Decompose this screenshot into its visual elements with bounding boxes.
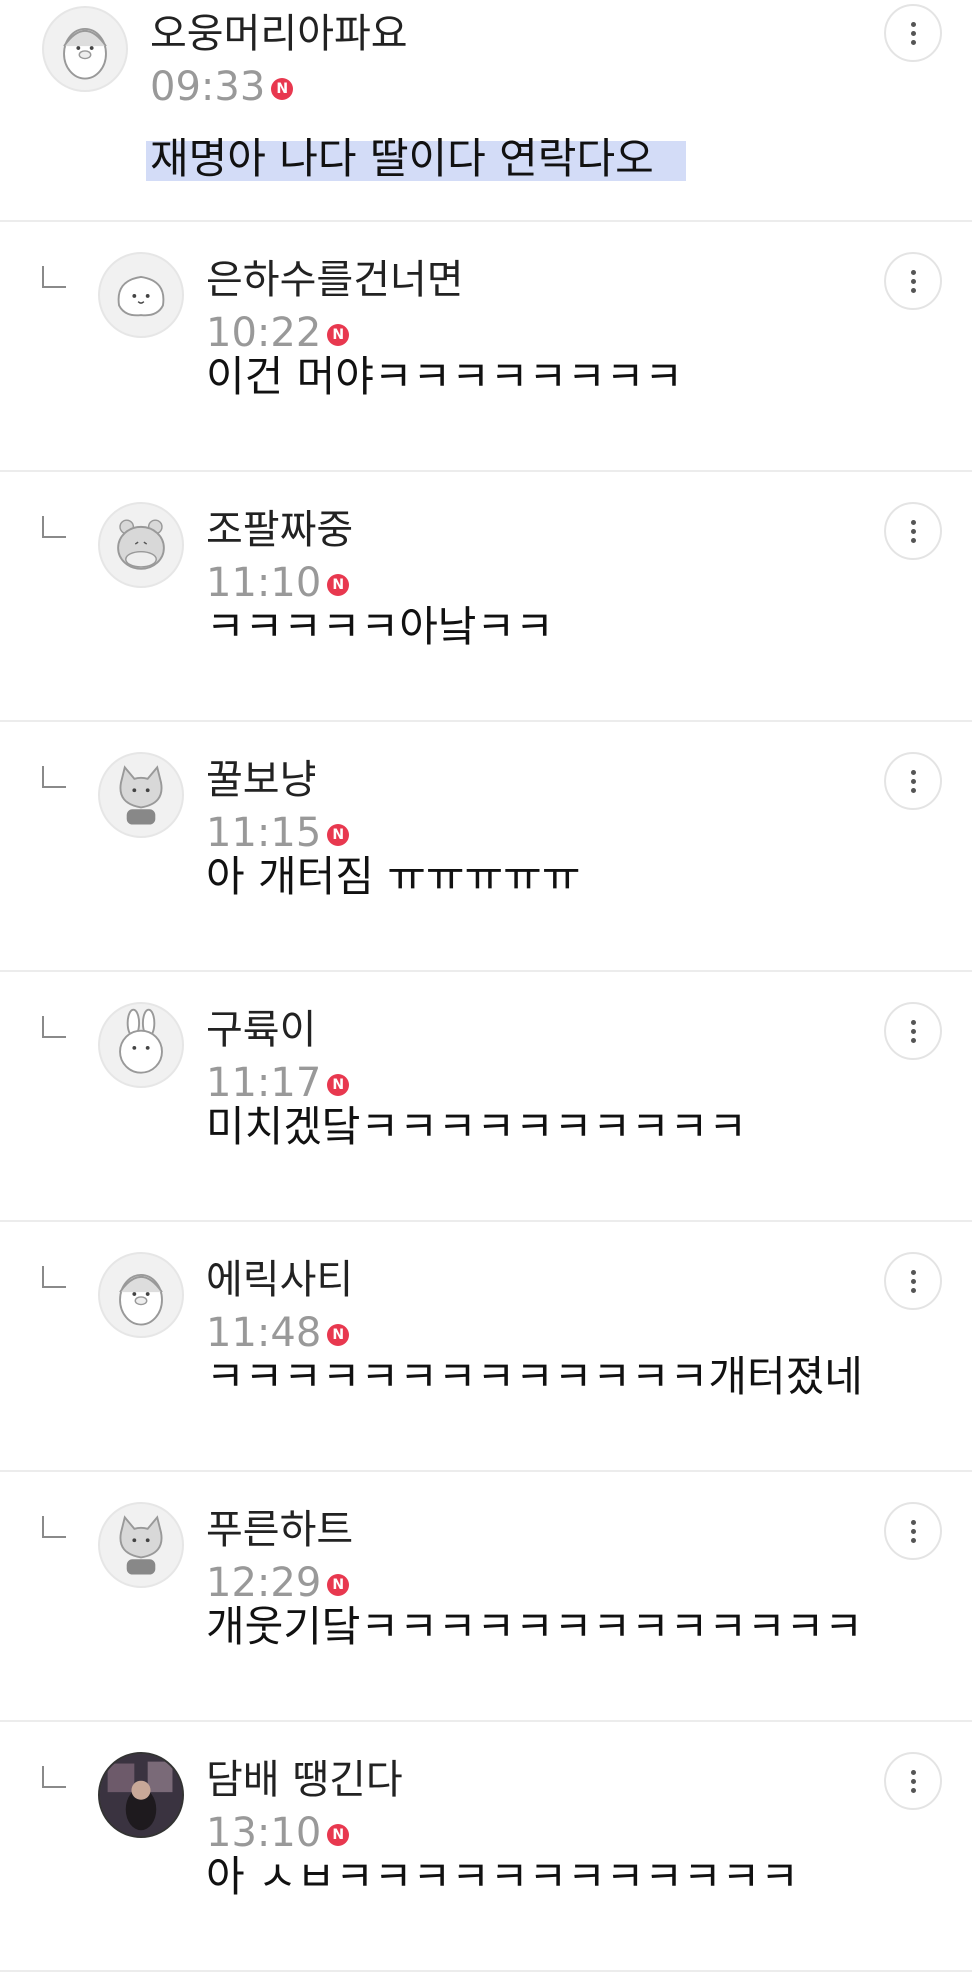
penguin-avatar[interactable] xyxy=(98,1252,184,1338)
photo-avatar[interactable] xyxy=(98,1752,184,1838)
comment-time: 09:33 xyxy=(150,64,266,110)
penguin-icon xyxy=(63,28,107,80)
reply-arrow-icon xyxy=(42,266,66,288)
comment-author[interactable]: 오웅머리아파요 xyxy=(150,10,408,58)
cat-icon xyxy=(119,765,163,825)
comment-text: ㅋㅋㅋㅋㅋㅋㅋㅋㅋㅋㅋㅋㅋ개터졌네 xyxy=(206,1352,863,1401)
more-options-button[interactable] xyxy=(884,502,942,560)
comment-text: 개웃기닼ㅋㅋㅋㅋㅋㅋㅋㅋㅋㅋㅋㅋㅋ xyxy=(206,1602,863,1651)
kebab-menu-icon xyxy=(910,519,916,525)
comment-author[interactable]: 구륙이 xyxy=(206,1006,349,1054)
reply-item: 구륙이 11:17 N 미치겠닼ㅋㅋㅋㅋㅋㅋㅋㅋㅋㅋ xyxy=(0,972,972,1222)
reply-arrow-icon xyxy=(42,766,66,788)
kebab-menu-icon xyxy=(910,269,916,275)
reply-arrow-icon xyxy=(42,1766,66,1788)
cat-avatar[interactable] xyxy=(98,752,184,838)
rabbit-avatar[interactable] xyxy=(98,1002,184,1088)
more-options-button[interactable] xyxy=(884,1002,942,1060)
reply-arrow-icon xyxy=(42,1266,66,1288)
penguin-avatar[interactable] xyxy=(42,6,128,92)
reply-item: 담배 땡긴다 13:10 N 아 ㅅㅂㅋㅋㅋㅋㅋㅋㅋㅋㅋㅋㅋㅋ xyxy=(0,1722,972,1972)
bear-avatar[interactable] xyxy=(98,502,184,588)
selected-text-highlight: 재명아 나다 딸이다 연락다오 xyxy=(146,134,686,183)
comment-author[interactable]: 에릭사티 xyxy=(206,1256,353,1304)
kebab-menu-icon xyxy=(910,1769,916,1775)
reply-arrow-icon xyxy=(42,516,66,538)
user-photo-icon xyxy=(100,1754,182,1836)
kebab-menu-icon xyxy=(910,1019,916,1025)
more-options-button[interactable] xyxy=(884,1752,942,1810)
reply-item: 푸른하트 12:29 N 개웃기닼ㅋㅋㅋㅋㅋㅋㅋㅋㅋㅋㅋㅋㅋ xyxy=(0,1472,972,1722)
comment-meta: 오웅머리아파요 09:33 N xyxy=(150,10,408,110)
more-options-button[interactable] xyxy=(884,1502,942,1560)
comment-author[interactable]: 푸른하트 xyxy=(206,1506,353,1554)
kebab-menu-icon xyxy=(910,21,916,27)
cat-icon xyxy=(119,1515,163,1575)
reply-item: 꿀보냥 11:15 N 아 개터짐 ㅠㅠㅠㅠㅠ xyxy=(0,722,972,972)
comment-list: 오웅머리아파요 09:33 N 재명아 나다 딸이다 연락다오 은하수를건너면 xyxy=(0,0,972,1972)
cat-avatar[interactable] xyxy=(98,1502,184,1588)
rabbit-icon xyxy=(119,1008,163,1074)
comment-text: ㅋㅋㅋㅋㅋ아낰ㅋㅋ xyxy=(206,602,554,651)
kebab-menu-icon xyxy=(910,769,916,775)
kebab-menu-icon xyxy=(910,1269,916,1275)
reply-arrow-icon xyxy=(42,1016,66,1038)
more-options-button[interactable] xyxy=(884,752,942,810)
more-options-button[interactable] xyxy=(884,1252,942,1310)
reply-item: 에릭사티 11:48 N ㅋㅋㅋㅋㅋㅋㅋㅋㅋㅋㅋㅋㅋ개터졌네 xyxy=(0,1222,972,1472)
comment-text: 재명아 나다 딸이다 연락다오 xyxy=(146,132,686,186)
kebab-menu-icon xyxy=(910,1519,916,1525)
new-badge-icon: N xyxy=(327,1074,350,1096)
reply-item: 조팔짜중 11:10 N ㅋㅋㅋㅋㅋ아낰ㅋㅋ xyxy=(0,472,972,722)
new-badge-icon: N xyxy=(327,1574,350,1596)
more-options-button[interactable] xyxy=(884,252,942,310)
comment-text: 아 ㅅㅂㅋㅋㅋㅋㅋㅋㅋㅋㅋㅋㅋㅋ xyxy=(206,1852,799,1901)
comment-text: 미치겠닼ㅋㅋㅋㅋㅋㅋㅋㅋㅋㅋ xyxy=(206,1102,747,1151)
new-badge-icon: N xyxy=(327,1324,350,1346)
new-badge-icon: N xyxy=(327,324,350,346)
cloud-icon xyxy=(117,275,165,317)
new-badge-icon: N xyxy=(327,1824,350,1846)
reply-item: 은하수를건너면 10:22 N 이건 머야ㅋㅋㅋㅋㅋㅋㅋㅋ xyxy=(0,222,972,472)
cloud-avatar[interactable] xyxy=(98,252,184,338)
new-badge-icon: N xyxy=(327,824,350,846)
new-badge-icon: N xyxy=(327,574,350,596)
comment-author[interactable]: 은하수를건너면 xyxy=(206,256,464,304)
reply-arrow-icon xyxy=(42,1516,66,1538)
bear-icon xyxy=(117,519,165,570)
comment-text: 아 개터짐 ㅠㅠㅠㅠㅠ xyxy=(206,852,581,901)
comment-author[interactable]: 꿀보냥 xyxy=(206,756,349,804)
comment-author[interactable]: 조팔짜중 xyxy=(206,506,353,554)
penguin-icon xyxy=(119,1274,163,1326)
new-badge-icon: N xyxy=(271,78,294,100)
comment-item: 오웅머리아파요 09:33 N 재명아 나다 딸이다 연락다오 xyxy=(0,0,972,222)
comment-author[interactable]: 담배 땡긴다 xyxy=(206,1756,403,1804)
more-options-button[interactable] xyxy=(884,4,942,62)
comment-text: 이건 머야ㅋㅋㅋㅋㅋㅋㅋㅋ xyxy=(206,352,684,401)
